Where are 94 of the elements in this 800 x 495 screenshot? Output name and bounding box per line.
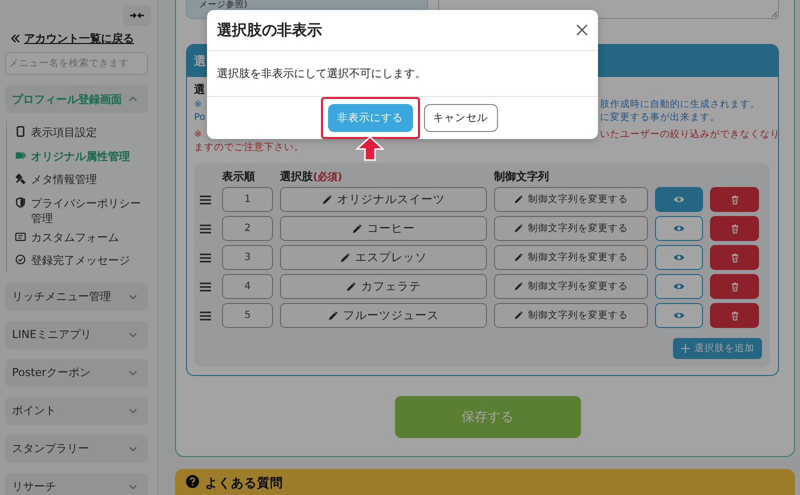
order-field[interactable]: 3 bbox=[222, 245, 273, 270]
shield-icon bbox=[15, 196, 26, 208]
delete-button[interactable] bbox=[710, 274, 759, 299]
trash-icon bbox=[730, 194, 738, 204]
visibility-button[interactable] bbox=[655, 274, 703, 299]
dialog-title: 選択肢の非表示 bbox=[217, 20, 322, 40]
resize-grip-icon bbox=[771, 11, 777, 17]
pencil-icon bbox=[340, 252, 350, 262]
note-text: ※ bbox=[194, 128, 202, 141]
order-field[interactable]: 5 bbox=[222, 303, 273, 328]
pencil-icon bbox=[346, 282, 356, 292]
chevron-up-icon bbox=[128, 94, 138, 104]
dialog-message: 選択肢を非表示にして選択不可にします。 bbox=[207, 51, 598, 97]
cancel-button[interactable]: キャンセル bbox=[424, 104, 498, 132]
menu-group-header[interactable]: リッチメニュー管理 bbox=[5, 282, 148, 310]
section-label: 選 bbox=[194, 82, 205, 97]
back-link[interactable]: アカウント一覧に戻る bbox=[24, 31, 134, 46]
eye-icon bbox=[673, 282, 685, 291]
column-header: 制御文字列 bbox=[494, 169, 550, 183]
eye-icon bbox=[673, 253, 685, 262]
phone-icon bbox=[15, 126, 26, 137]
drag-handle-icon[interactable] bbox=[200, 252, 211, 262]
trash-icon bbox=[730, 310, 738, 320]
menu-group-header[interactable]: ポイント bbox=[5, 396, 148, 424]
control-string-button[interactable]: 制御文字列を変更する bbox=[494, 245, 648, 270]
pencil-icon bbox=[322, 194, 332, 204]
pencil-icon bbox=[514, 224, 523, 233]
drag-handle-icon[interactable] bbox=[200, 310, 211, 320]
note-text: Po bbox=[194, 111, 206, 124]
menu-group-header[interactable]: リサーチ bbox=[5, 472, 148, 495]
eye-icon bbox=[673, 311, 685, 320]
note-text: 肢作成時に自動的に生成されます。 bbox=[600, 98, 760, 111]
note-text: ※ bbox=[194, 98, 202, 111]
note-text: いたユーザーの絞り込みができなくなり bbox=[600, 128, 778, 141]
faq-title: よくある質問 bbox=[205, 475, 283, 492]
close-icon bbox=[576, 24, 588, 36]
control-string-button[interactable]: 制御文字列を変更する bbox=[494, 274, 648, 299]
visibility-button[interactable] bbox=[655, 187, 703, 212]
order-field[interactable]: 2 bbox=[222, 216, 273, 241]
control-string-button[interactable]: 制御文字列を変更する bbox=[494, 303, 648, 328]
visibility-button[interactable] bbox=[655, 216, 703, 241]
pencil-icon bbox=[514, 253, 523, 262]
card-title: 選 bbox=[194, 52, 206, 70]
tags-icon bbox=[15, 150, 26, 160]
trash-icon bbox=[730, 282, 738, 292]
menu-group-header[interactable]: Posterクーポン bbox=[5, 358, 148, 386]
trash-icon bbox=[730, 224, 738, 234]
choice-button[interactable]: カフェラテ bbox=[280, 274, 487, 299]
pencil-icon bbox=[514, 282, 523, 291]
drag-handle-icon[interactable] bbox=[200, 224, 211, 234]
column-header: 表示順 bbox=[222, 169, 256, 183]
delete-button[interactable] bbox=[710, 303, 759, 328]
eye-icon bbox=[673, 195, 685, 204]
form-icon bbox=[15, 230, 26, 242]
menu-group-header[interactable]: LINEミニアプリ bbox=[5, 320, 148, 348]
double-chevron-left-icon bbox=[11, 34, 20, 43]
eye-icon bbox=[673, 224, 685, 233]
drag-handle-icon[interactable] bbox=[200, 194, 211, 204]
note-text: ますのでご注意下さい。 bbox=[194, 141, 304, 154]
menu-item[interactable]: メタ情報管理 bbox=[15, 168, 143, 192]
tools-icon bbox=[15, 173, 26, 184]
order-field[interactable]: 4 bbox=[222, 274, 273, 299]
drag-handle-icon[interactable] bbox=[200, 282, 211, 292]
menu-item[interactable]: 表示項目設定 bbox=[15, 121, 143, 144]
delete-button[interactable] bbox=[710, 245, 759, 270]
plus-icon bbox=[680, 344, 690, 353]
visibility-button[interactable] bbox=[655, 303, 703, 328]
choice-button[interactable]: エスプレッソ bbox=[280, 245, 487, 270]
choice-button[interactable]: フルーツジュース bbox=[280, 303, 487, 328]
visibility-button[interactable] bbox=[655, 245, 703, 270]
pencil-icon bbox=[514, 195, 523, 204]
note-text: に変更する事が出来ます。 bbox=[600, 111, 720, 124]
order-field[interactable]: 1 bbox=[222, 187, 273, 212]
question-circle-icon bbox=[186, 475, 199, 488]
menu-item[interactable]: カスタムフォーム bbox=[15, 226, 143, 249]
menu-item[interactable]: 登録完了メッセージ bbox=[15, 249, 143, 272]
choice-button[interactable]: オリジナルスイーツ bbox=[280, 187, 487, 212]
control-string-button[interactable]: 制御文字列を変更する bbox=[494, 187, 648, 212]
pencil-icon bbox=[352, 224, 362, 234]
pencil-icon bbox=[514, 311, 523, 320]
search-field[interactable]: メニュー名を検索できます bbox=[5, 52, 148, 75]
check-circle-icon bbox=[15, 254, 26, 265]
trash-icon bbox=[730, 252, 738, 262]
menu-item[interactable]: プライバシーポリシー管理 bbox=[15, 192, 143, 226]
delete-button[interactable] bbox=[710, 187, 759, 212]
pencil-icon bbox=[328, 310, 338, 320]
collapse-button[interactable] bbox=[123, 5, 151, 26]
menu-group-header[interactable]: スタンプラリー bbox=[5, 434, 148, 462]
delete-button[interactable] bbox=[710, 216, 759, 241]
control-string-button[interactable]: 制御文字列を変更する bbox=[494, 216, 648, 241]
arrows-inward-icon bbox=[130, 12, 144, 19]
choice-button[interactable]: コーヒー bbox=[280, 216, 487, 241]
column-header: 選択肢(必須) bbox=[280, 169, 344, 183]
close-button[interactable] bbox=[576, 24, 588, 36]
